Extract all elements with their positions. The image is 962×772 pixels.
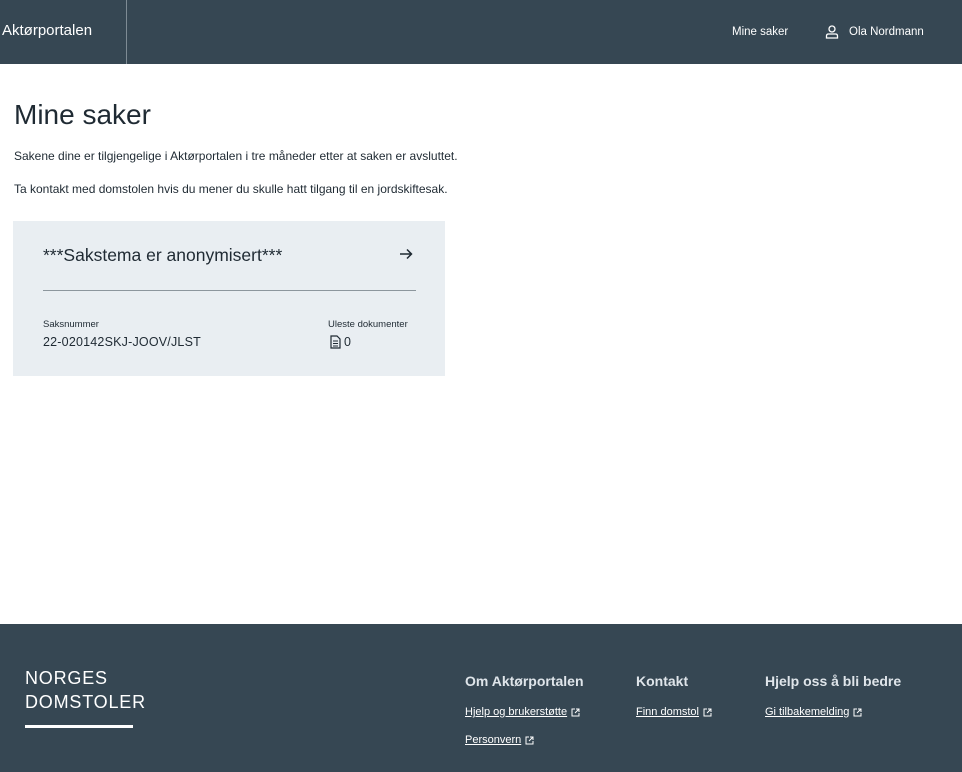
case-title: ***Sakstema er anonymisert*** bbox=[43, 245, 283, 265]
external-link-icon bbox=[571, 708, 580, 717]
logo-line-1: NORGES bbox=[25, 668, 108, 688]
brand-divider bbox=[126, 0, 127, 64]
case-card[interactable]: ***Sakstema er anonymisert*** Saksnummer… bbox=[13, 221, 445, 376]
arrow-right-icon bbox=[399, 247, 413, 261]
intro-text-contact: Ta kontakt med domstolen hvis du mener d… bbox=[14, 182, 448, 196]
footer-link-label: Finn domstol bbox=[636, 706, 699, 718]
unread-documents: 0 bbox=[330, 335, 351, 349]
document-icon bbox=[330, 335, 341, 349]
case-divider bbox=[43, 290, 416, 291]
norges-domstoler-logo[interactable]: NORGES DOMSTOLER bbox=[25, 666, 146, 714]
external-link-icon bbox=[525, 736, 534, 745]
footer-heading-om-aktorportalen: Om Aktørportalen bbox=[465, 673, 584, 689]
external-link-icon bbox=[703, 708, 712, 717]
user-icon bbox=[824, 24, 840, 40]
footer-link-personvern[interactable]: Personvern bbox=[465, 734, 534, 746]
footer-link-hjelp-og-brukerstotte[interactable]: Hjelp og brukerstøtte bbox=[465, 706, 580, 718]
unread-count: 0 bbox=[344, 335, 351, 349]
intro-text-availability: Sakene dine er tilgjengelige i Aktørport… bbox=[14, 149, 458, 163]
user-menu-button[interactable]: Ola Nordmann bbox=[824, 0, 924, 64]
logo-line-2: DOMSTOLER bbox=[25, 692, 146, 712]
footer-link-label: Hjelp og brukerstøtte bbox=[465, 706, 568, 718]
footer-link-finn-domstol[interactable]: Finn domstol bbox=[636, 706, 712, 718]
footer-heading-hjelp-oss: Hjelp oss å bli bedre bbox=[765, 673, 902, 689]
top-navigation-bar: Aktørportalen Mine saker Ola Nordmann bbox=[0, 0, 962, 64]
user-name: Ola Nordmann bbox=[849, 26, 924, 38]
logo-underline bbox=[25, 725, 133, 728]
footer: NORGES DOMSTOLER Om Aktørportalen Hjelp … bbox=[0, 624, 962, 772]
page-title: Mine saker bbox=[14, 99, 151, 130]
footer-link-label: Gi tilbakemelding bbox=[765, 706, 850, 718]
case-number-label: Saksnummer bbox=[43, 319, 99, 330]
footer-link-label: Personvern bbox=[465, 734, 522, 746]
external-link-icon bbox=[853, 708, 862, 717]
footer-link-gi-tilbakemelding[interactable]: Gi tilbakemelding bbox=[765, 706, 862, 718]
unread-documents-label: Uleste dokumenter bbox=[328, 319, 408, 330]
nav-mine-saker-link[interactable]: Mine saker bbox=[732, 0, 788, 64]
case-number: 22-020142SKJ-JOOV/JLST bbox=[43, 335, 201, 349]
footer-heading-kontakt: Kontakt bbox=[636, 673, 689, 689]
brand-link[interactable]: Aktørportalen bbox=[2, 0, 92, 64]
